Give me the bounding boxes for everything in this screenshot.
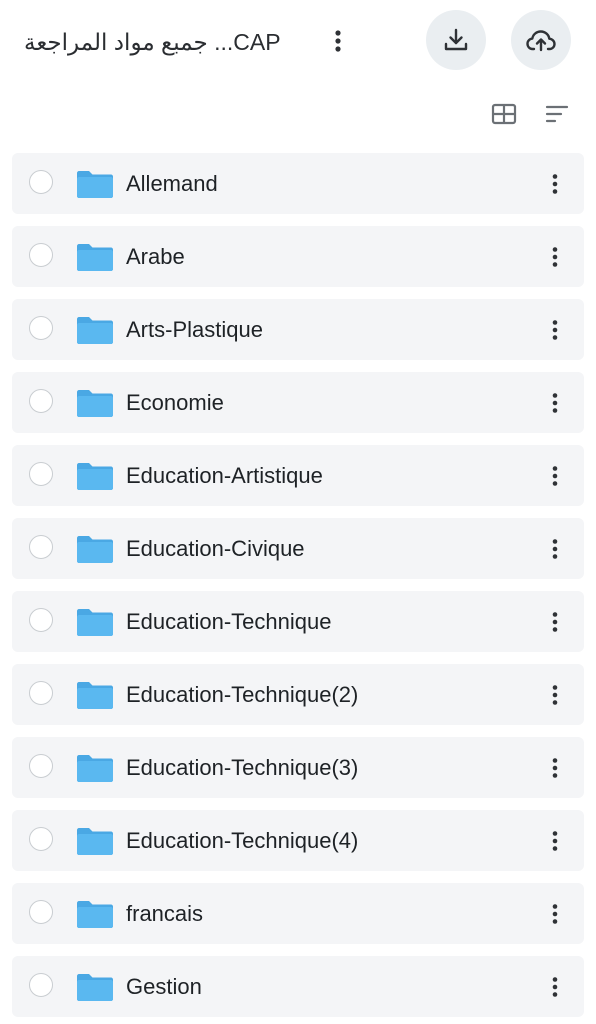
folder-icon [77, 755, 113, 782]
list-item[interactable]: Education-Artistique [12, 445, 584, 506]
more-vert-icon [552, 174, 558, 194]
row-menu-button[interactable] [540, 313, 570, 347]
folder-name: Education-Technique(4) [126, 828, 359, 853]
list-item[interactable]: Arts-Plastique [12, 299, 584, 360]
row-menu-button[interactable] [540, 751, 570, 785]
row-menu-button[interactable] [540, 459, 570, 493]
folder-name: Education-Technique [126, 609, 332, 634]
folder-name: Gestion [126, 974, 202, 999]
view-toolbar [0, 94, 596, 134]
select-radio[interactable] [29, 608, 53, 632]
row-menu-button[interactable] [540, 605, 570, 639]
folder-icon [77, 828, 113, 855]
folder-name: Arabe [126, 244, 185, 269]
folder-icon [77, 901, 113, 928]
folder-icon [77, 536, 113, 563]
row-menu-button[interactable] [540, 678, 570, 712]
row-menu-button[interactable] [540, 167, 570, 201]
folder-list: Allemand Arabe Arts-Plastique Economie Educa… [12, 153, 584, 1024]
select-radio[interactable] [29, 243, 53, 267]
folder-name: Education-Civique [126, 536, 305, 561]
select-radio[interactable] [29, 316, 53, 340]
list-item[interactable]: Gestion [12, 956, 584, 1017]
select-radio[interactable] [29, 170, 53, 194]
more-vert-icon [552, 977, 558, 997]
folder-name: Economie [126, 390, 224, 415]
cloud-upload-icon [526, 30, 556, 52]
cloud-upload-button[interactable] [511, 10, 571, 70]
sort-button[interactable] [541, 98, 573, 130]
more-vert-icon [552, 831, 558, 851]
more-vert-icon [552, 758, 558, 778]
folder-icon [77, 390, 113, 417]
row-menu-button[interactable] [540, 897, 570, 931]
folder-name: Education-Technique(2) [126, 682, 359, 707]
select-radio[interactable] [29, 973, 53, 997]
grid-view-button[interactable] [488, 98, 520, 130]
grid-view-icon [491, 103, 517, 125]
list-item[interactable]: Allemand [12, 153, 584, 214]
list-item[interactable]: Education-Technique(2) [12, 664, 584, 725]
header-bar: جمبع مواد المراجعة ...CAP [0, 0, 596, 86]
folder-name: francais [126, 901, 204, 926]
more-options-button[interactable] [322, 24, 354, 58]
download-icon [444, 28, 468, 51]
folder-icon [77, 463, 113, 490]
row-menu-button[interactable] [540, 824, 570, 858]
more-vert-icon [552, 539, 558, 559]
folder-icon [77, 682, 113, 709]
list-item[interactable]: francais [12, 883, 584, 944]
list-item[interactable]: Education-Technique [12, 591, 584, 652]
folder-icon [77, 317, 113, 344]
file-manager-app: جمبع مواد المراجعة ...CAP Allemand Arabe… [0, 0, 596, 1024]
folder-name: Allemand [126, 171, 218, 196]
select-radio[interactable] [29, 535, 53, 559]
select-radio[interactable] [29, 754, 53, 778]
select-radio[interactable] [29, 900, 53, 924]
list-item[interactable]: Education-Technique(3) [12, 737, 584, 798]
select-radio[interactable] [29, 681, 53, 705]
more-vert-icon [552, 466, 558, 486]
list-item[interactable]: Education-Civique [12, 518, 584, 579]
folder-name: Arts-Plastique [126, 317, 263, 342]
more-vert-icon [335, 30, 341, 52]
list-item[interactable]: Education-Technique(4) [12, 810, 584, 871]
more-vert-icon [552, 685, 558, 705]
download-button[interactable] [426, 10, 486, 70]
more-vert-icon [552, 612, 558, 632]
folder-name: Education-Artistique [126, 463, 323, 488]
row-menu-button[interactable] [540, 240, 570, 274]
sort-icon [545, 105, 569, 123]
more-vert-icon [552, 247, 558, 267]
select-radio[interactable] [29, 462, 53, 486]
folder-icon [77, 244, 113, 271]
folder-icon [77, 171, 113, 198]
folder-icon [77, 974, 113, 1001]
list-item[interactable]: Arabe [12, 226, 584, 287]
select-radio[interactable] [29, 389, 53, 413]
row-menu-button[interactable] [540, 532, 570, 566]
list-item[interactable]: Economie [12, 372, 584, 433]
row-menu-button[interactable] [540, 970, 570, 1004]
folder-icon [77, 609, 113, 636]
more-vert-icon [552, 320, 558, 340]
more-vert-icon [552, 393, 558, 413]
folder-name: Education-Technique(3) [126, 755, 359, 780]
select-radio[interactable] [29, 827, 53, 851]
row-menu-button[interactable] [540, 386, 570, 420]
more-vert-icon [552, 904, 558, 924]
folder-title: جمبع مواد المراجعة ...CAP [24, 29, 281, 55]
